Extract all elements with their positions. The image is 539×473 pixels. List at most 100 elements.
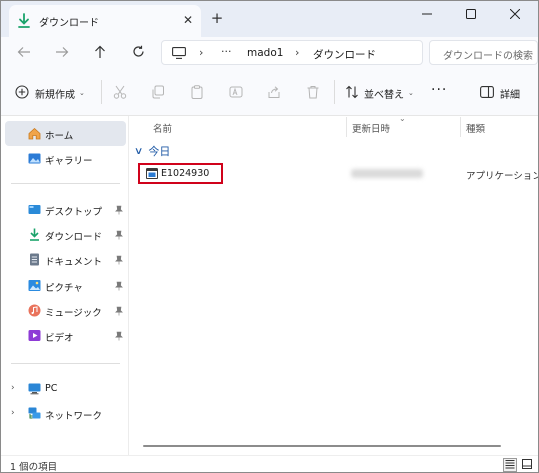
column-divider[interactable]	[460, 117, 461, 137]
title-bar: ダウンロード ✕ +	[1, 1, 538, 37]
rename-icon	[229, 85, 243, 102]
sidebar-item-documents[interactable]: ドキュメント	[5, 247, 126, 272]
breadcrumb-overflow[interactable]: ···	[221, 45, 232, 58]
sidebar-item-label: ビデオ	[45, 333, 74, 344]
chevron-right-icon[interactable]: ›	[11, 383, 15, 393]
pin-icon[interactable]	[115, 255, 123, 265]
group-header-today[interactable]: ∨ 今日	[133, 143, 171, 159]
pin-icon[interactable]	[115, 205, 123, 215]
sidebar-item-label: デスクトップ	[45, 207, 103, 218]
arrow-up-icon	[94, 45, 106, 62]
delete-button[interactable]	[304, 84, 322, 102]
group-label: 今日	[148, 145, 171, 158]
sidebar-item-gallery[interactable]: ギャラリー	[5, 146, 126, 171]
sort-caret-icon: ⌄	[399, 114, 406, 123]
tab-title: ダウンロード	[39, 18, 99, 29]
file-name[interactable]: E1024930	[161, 168, 209, 179]
column-header-type[interactable]: 種類	[466, 121, 485, 135]
sidebar-item-music[interactable]: ミュージック	[5, 298, 126, 323]
sidebar-item-desktop[interactable]: デスクトップ	[5, 197, 126, 222]
sidebar-item-pc[interactable]: › PC	[5, 376, 126, 401]
sidebar-item-home[interactable]: ホーム	[5, 121, 126, 146]
sidebar-item-label: ドキュメント	[45, 257, 103, 268]
sidebar-item-label: ダウンロード	[45, 232, 103, 243]
breadcrumb-separator: ›	[295, 46, 300, 59]
sidebar-item-downloads[interactable]: ダウンロード	[5, 222, 126, 247]
file-date-blurred	[351, 169, 423, 178]
computer-icon	[172, 47, 186, 59]
network-icon	[28, 407, 41, 420]
command-bar: 新規作成 ⌄ 並べ替え ⌄ ··· 詳細	[1, 68, 538, 116]
chevron-right-icon[interactable]: ›	[11, 408, 15, 418]
up-button[interactable]	[91, 44, 109, 62]
back-button[interactable]	[15, 44, 33, 62]
breadcrumb-mado1[interactable]: mado1	[247, 47, 283, 59]
pin-icon[interactable]	[115, 331, 123, 341]
tab-downloads[interactable]: ダウンロード ✕	[9, 5, 201, 37]
details-pane-button[interactable]: 詳細	[480, 84, 520, 102]
search-placeholder: ダウンロードの検索	[443, 51, 533, 62]
forward-button[interactable]	[53, 44, 71, 62]
file-list: 名前 ⌄ 更新日時 種類 ∨ 今日 E1024930 アプリケーション	[129, 114, 538, 455]
status-bar: 1 個の項目	[1, 455, 538, 473]
cut-button[interactable]	[111, 84, 129, 102]
details-view-icon	[505, 459, 515, 472]
sort-button[interactable]: 並べ替え ⌄	[345, 84, 414, 102]
sidebar-item-network[interactable]: › ネットワーク	[5, 401, 126, 426]
horizontal-scrollbar[interactable]	[143, 445, 501, 447]
pin-icon[interactable]	[115, 306, 123, 316]
maximize-icon	[466, 8, 476, 22]
documents-icon	[28, 253, 41, 266]
close-window-button[interactable]	[493, 1, 537, 29]
sidebar-divider	[11, 363, 120, 364]
refresh-icon	[132, 45, 145, 61]
share-button[interactable]	[265, 84, 283, 102]
paste-button[interactable]	[188, 84, 206, 102]
plus-circle-icon	[15, 84, 29, 102]
navigation-pane: ホーム ギャラリー デスクトップ ダウンロード ドキュメント ピクチャ ミュージ…	[1, 116, 129, 455]
address-row: › ··· mado1 › ダウンロード ダウンロードの検索	[1, 37, 538, 68]
copy-button[interactable]	[149, 84, 167, 102]
refresh-button[interactable]	[129, 44, 147, 62]
pin-icon[interactable]	[115, 281, 123, 291]
file-explorer-window: ダウンロード ✕ + › ··· mado1 › ダウンロード ダウンロードの検…	[0, 0, 539, 473]
new-button[interactable]: 新規作成 ⌄	[15, 84, 85, 102]
column-divider[interactable]	[346, 117, 347, 137]
music-icon	[28, 304, 41, 317]
details-view-button[interactable]	[503, 458, 517, 472]
rename-button[interactable]	[227, 84, 245, 102]
sidebar-item-label: ピクチャ	[45, 283, 83, 294]
arrow-left-icon	[17, 46, 31, 61]
sidebar-item-pictures[interactable]: ピクチャ	[5, 273, 126, 298]
breadcrumb-separator: ›	[199, 46, 204, 59]
item-count: 1 個の項目	[10, 462, 58, 473]
maximize-button[interactable]	[449, 1, 493, 29]
column-header-name[interactable]: 名前	[153, 121, 172, 135]
address-bar[interactable]: › ··· mado1 › ダウンロード	[161, 40, 423, 65]
chevron-down-icon: ∨	[133, 145, 144, 157]
home-icon	[28, 127, 41, 140]
tab-close-button[interactable]: ✕	[181, 13, 195, 27]
arrow-right-icon	[55, 46, 69, 61]
sidebar-divider	[11, 183, 120, 184]
copy-icon	[151, 85, 165, 102]
sidebar-item-videos[interactable]: ビデオ	[5, 323, 126, 348]
videos-icon	[28, 329, 41, 342]
breadcrumb-downloads[interactable]: ダウンロード	[313, 47, 376, 62]
pictures-icon	[28, 279, 41, 292]
pin-icon[interactable]	[115, 230, 123, 240]
pc-icon	[28, 382, 41, 395]
details-pane-icon	[480, 85, 494, 101]
chevron-down-icon: ⌄	[408, 89, 414, 97]
clipboard-icon	[190, 84, 204, 102]
table-row[interactable]: E1024930 アプリケーション	[129, 163, 538, 185]
application-icon	[146, 168, 158, 179]
more-options-button[interactable]: ···	[431, 82, 447, 98]
minimize-button[interactable]	[405, 1, 449, 29]
new-tab-button[interactable]: +	[209, 10, 225, 26]
tiles-view-button[interactable]	[520, 458, 534, 472]
close-icon	[509, 8, 521, 22]
search-input[interactable]: ダウンロードの検索	[429, 40, 538, 65]
column-header-date-modified[interactable]: 更新日時	[352, 121, 390, 135]
sidebar-item-label: ミュージック	[45, 308, 102, 319]
